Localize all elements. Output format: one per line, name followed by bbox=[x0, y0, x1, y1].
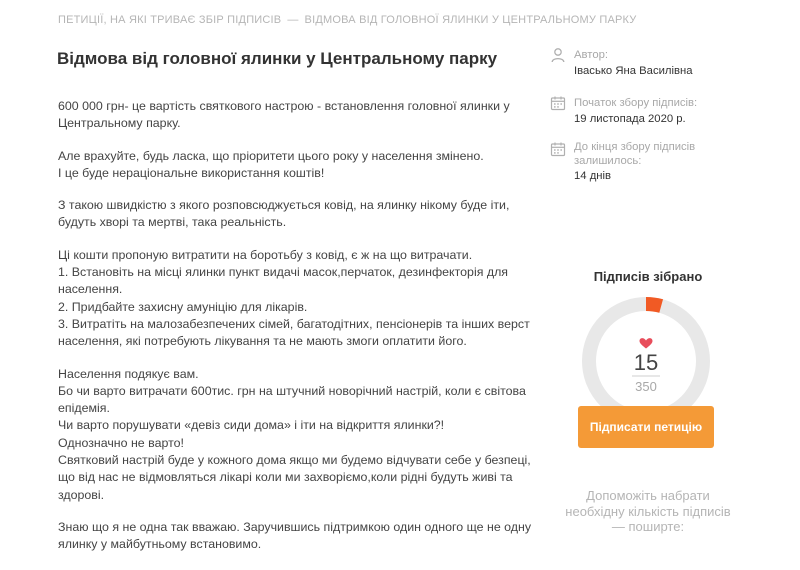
body-line: 3. Витратіть на малозабезпечених сімей, … bbox=[58, 316, 530, 331]
body-paragraph: 600 000 грн- це вартість святкового наст… bbox=[58, 98, 538, 133]
body-line: З такою швидкістю з якого розповсюджуєть… bbox=[58, 198, 510, 213]
body-line: населення. bbox=[58, 282, 123, 297]
author-label: Автор: bbox=[574, 49, 609, 61]
body-line: 2. Придбайте захисну амуніцію для лікарі… bbox=[58, 299, 308, 314]
goal-count: 350 bbox=[635, 379, 657, 394]
collected-count: 15 bbox=[634, 350, 658, 375]
remaining-value: 14 днів bbox=[574, 170, 612, 182]
body-paragraph: Але врахуйте, будь ласка, що пріоритети … bbox=[58, 148, 538, 183]
breadcrumb-link-petitions[interactable]: ПЕТИЦІЇ, НА ЯКІ ТРИВАЄ ЗБІР ПІДПИСІВ bbox=[58, 14, 281, 26]
petition-body: 600 000 грн- це вартість святкового наст… bbox=[58, 98, 538, 569]
calendar-icon bbox=[550, 96, 566, 111]
body-paragraph: Ці кошти пропоную витратити на боротьбу … bbox=[58, 247, 538, 351]
body-line: здорові. bbox=[58, 487, 105, 502]
share-prompt: Допоможіть набрати необхідну кількість п… bbox=[565, 488, 731, 534]
body-line: Ці кошти пропоную витратити на боротьбу … bbox=[58, 247, 473, 262]
start-date-value: 19 листопада 2020 р. bbox=[574, 113, 686, 125]
breadcrumb: ПЕТИЦІЇ, НА ЯКІ ТРИВАЄ ЗБІР ПІДПИСІВ — ВІД… bbox=[58, 14, 636, 26]
body-line: будуть хворі та мертві, така реальність. bbox=[58, 215, 287, 230]
body-paragraph: Знаю що я не одна так вважаю. Заручившис… bbox=[58, 519, 538, 554]
calendar-icon bbox=[550, 142, 566, 157]
remaining-label-2: залишилось: bbox=[574, 155, 642, 167]
remaining-label-1: До кінця збору підписів bbox=[574, 141, 696, 153]
body-line: Але врахуйте, будь ласка, що пріоритети … bbox=[58, 148, 484, 163]
body-line: Центральному парку. bbox=[58, 116, 181, 131]
body-line: населення, які потребують лікування та н… bbox=[58, 334, 467, 349]
signatures-title: Підписів зібрано bbox=[593, 269, 703, 284]
breadcrumb-separator: — bbox=[287, 14, 299, 26]
body-line: Чи варто порушувати «девіз сиди дома» і … bbox=[58, 418, 445, 433]
body-line: що від нас не відмовляться лікарі коли м… bbox=[58, 470, 513, 485]
user-icon bbox=[551, 48, 565, 63]
sign-petition-button[interactable]: Підписати петицію bbox=[578, 406, 714, 448]
body-line: Населення подякує вам. bbox=[58, 366, 199, 381]
body-paragraph: Населення подякує вам. Бо чи варто витрач… bbox=[58, 366, 538, 504]
start-date-label: Початок збору підписів: bbox=[574, 97, 698, 109]
body-paragraph: З такою швидкістю з якого розповсюджуєть… bbox=[58, 197, 538, 232]
body-line: Святковий настрій буде у кожного дома як… bbox=[58, 453, 531, 468]
body-line: Однозначно не варто! bbox=[58, 435, 184, 450]
body-line: епідемія. bbox=[58, 401, 110, 416]
body-line: ялинку у майбутньому встановимо. bbox=[58, 537, 262, 552]
body-line: 1. Встановіть на місці ялинки пункт вида… bbox=[58, 265, 509, 280]
heart-icon bbox=[639, 338, 653, 349]
body-line: 600 000 грн- це вартість святкового наст… bbox=[58, 99, 510, 113]
breadcrumb-current: ВІДМОВА ВІД ГОЛОВНОЇ ЯЛИНКИ У ЦЕНТРАЛЬНО… bbox=[304, 14, 637, 26]
body-line: Знаю що я не одна так вважаю. Заручившис… bbox=[58, 519, 532, 534]
progress-ring-fill bbox=[645, 297, 664, 313]
body-line: І це буде нераціональне використання кош… bbox=[58, 165, 325, 180]
page-title: Відмова від головної ялинки у Центрально… bbox=[57, 49, 498, 68]
body-line: Бо чи варто витрачати 600тис. грн на шту… bbox=[58, 383, 526, 398]
author-name: Івасько Яна Василівна bbox=[574, 65, 693, 77]
